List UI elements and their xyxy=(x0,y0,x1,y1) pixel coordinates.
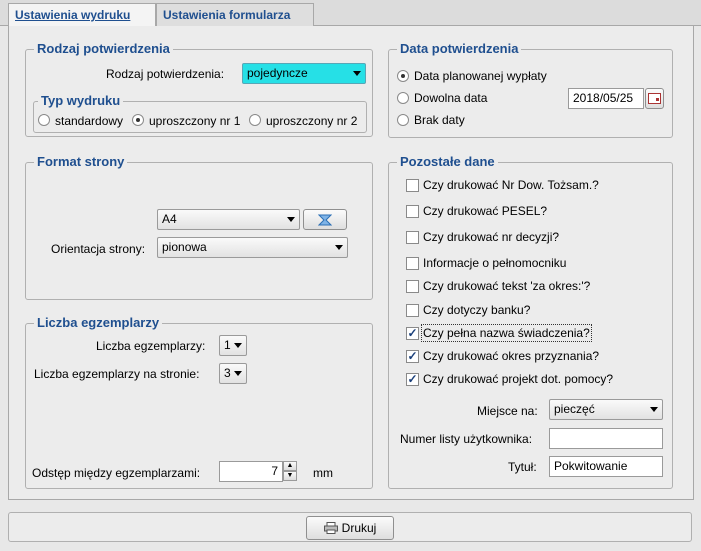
radio-uproszczony-1-label: uproszczony nr 1 xyxy=(149,114,241,128)
miejsce-value: pieczęć xyxy=(554,402,595,416)
liczba-egzemplarzy-value: 1 xyxy=(224,338,231,352)
liczba-na-stronie-select[interactable]: 3 xyxy=(219,363,247,384)
checkbox[interactable] xyxy=(406,205,419,218)
radio-data-planowanej[interactable] xyxy=(397,70,409,82)
checkbox[interactable] xyxy=(406,257,419,270)
radio-uproszczony-1[interactable] xyxy=(132,114,144,126)
chevron-down-icon xyxy=(650,407,658,412)
spin-down-icon[interactable]: ▼ xyxy=(283,471,297,481)
spin-up-icon[interactable]: ▲ xyxy=(283,461,297,471)
calendar-button[interactable] xyxy=(645,88,664,109)
format-strony-title: Format strony xyxy=(34,154,128,169)
numer-listy-input[interactable] xyxy=(549,428,663,449)
checkbox-label: Czy drukować okres przyznania? xyxy=(423,349,600,363)
numer-listy-label: Numer listy użytkownika: xyxy=(400,432,533,446)
checkbox[interactable] xyxy=(406,179,419,192)
tab-ustawienia-wydruku[interactable]: Ustawienia wydruku xyxy=(8,3,156,27)
tytul-label: Tytuł: xyxy=(508,460,537,474)
format-config-button[interactable] xyxy=(303,209,347,230)
rodzaj-potwierdzenia-value: pojedyncze xyxy=(247,66,308,80)
checkbox[interactable] xyxy=(406,231,419,244)
checkbox-label: Czy pełna nazwa świadczenia? xyxy=(421,324,592,342)
checkbox-label: Czy dotyczy banku? xyxy=(423,303,531,317)
chevron-down-icon xyxy=(353,71,361,76)
checkbox[interactable]: ✓ xyxy=(406,350,419,363)
odstep-spinner[interactable]: ▲ ▼ xyxy=(283,461,297,482)
hourglass-icon xyxy=(317,214,333,226)
radio-brak-daty-label: Brak daty xyxy=(414,113,465,127)
chevron-down-icon xyxy=(287,217,295,222)
typ-wydruku-title: Typ wydruku xyxy=(38,93,124,108)
orientacja-select[interactable]: pionowa xyxy=(157,237,348,258)
checkbox-label: Czy drukować nr decyzji? xyxy=(423,230,560,244)
checkbox[interactable] xyxy=(406,304,419,317)
checkbox-label: Informacje o pełnomocniku xyxy=(423,256,567,270)
odstep-input[interactable]: 7 xyxy=(219,461,283,482)
liczba-egzemplarzy-select[interactable]: 1 xyxy=(219,335,247,356)
radio-brak-daty[interactable] xyxy=(397,114,409,126)
liczba-egzemplarzy-label: Liczba egzemplarzy: xyxy=(96,339,206,353)
checkbox-label: Czy drukować projekt dot. pomocy? xyxy=(423,372,614,386)
liczba-na-stronie-value: 3 xyxy=(224,366,231,380)
liczba-egzemplarzy-title: Liczba egzemplarzy xyxy=(34,315,163,330)
drukuj-label: Drukuj xyxy=(341,521,377,535)
printer-icon xyxy=(323,522,338,534)
orientacja-value: pionowa xyxy=(162,240,207,254)
rodzaj-potwierdzenia-select[interactable]: pojedyncze xyxy=(242,63,366,84)
pozostale-dane-title: Pozostałe dane xyxy=(397,154,498,169)
odstep-unit: mm xyxy=(313,466,333,480)
chevron-down-icon xyxy=(234,343,242,348)
tytul-input[interactable]: Pokwitowanie xyxy=(549,456,663,477)
radio-uproszczony-2[interactable] xyxy=(249,114,261,126)
miejsce-select[interactable]: pieczęć xyxy=(549,399,663,420)
checkbox[interactable]: ✓ xyxy=(406,373,419,386)
radio-dowolna-data[interactable] xyxy=(397,92,409,104)
radio-uproszczony-2-label: uproszczony nr 2 xyxy=(266,114,358,128)
rodzaj-potwierdzenia-label: Rodzaj potwierdzenia: xyxy=(106,67,225,81)
chevron-down-icon xyxy=(234,371,242,376)
odstep-value: 7 xyxy=(271,464,278,478)
checkbox[interactable] xyxy=(406,280,419,293)
tab-ustawienia-formularza[interactable]: Ustawienia formularza xyxy=(156,3,314,26)
date-field[interactable]: 2018/05/25 xyxy=(568,88,644,109)
format-strony-group: Format strony xyxy=(25,154,373,300)
orientacja-label: Orientacja strony: xyxy=(51,242,146,256)
checkbox-label: Czy drukować PESEL? xyxy=(423,204,548,218)
date-value: 2018/05/25 xyxy=(573,91,634,105)
data-potwierdzenia-title: Data potwierdzenia xyxy=(397,41,522,56)
radio-standardowy-label: standardowy xyxy=(55,114,124,128)
tab-strip: Ustawienia wydruku Ustawienia formularza xyxy=(0,0,701,27)
checkbox-label: Czy drukować Nr Dow. Tożsam.? xyxy=(423,178,599,192)
radio-standardowy[interactable] xyxy=(38,114,50,126)
rodzaj-potwierdzenia-title: Rodzaj potwierdzenia xyxy=(34,41,173,56)
format-value: A4 xyxy=(162,212,177,226)
format-select[interactable]: A4 xyxy=(157,209,300,230)
radio-data-planowanej-label: Data planowanej wypłaty xyxy=(414,69,547,83)
calendar-icon xyxy=(648,93,661,104)
checkbox-label: Czy drukować tekst 'za okres:'? xyxy=(423,279,591,293)
chevron-down-icon xyxy=(335,245,343,250)
tytul-value: Pokwitowanie xyxy=(554,459,628,473)
miejsce-label: Miejsce na: xyxy=(477,404,538,418)
checkbox[interactable]: ✓ xyxy=(406,327,419,340)
radio-dowolna-data-label: Dowolna data xyxy=(414,91,488,105)
odstep-label: Odstęp między egzemplarzami: xyxy=(32,466,201,480)
drukuj-button[interactable]: Drukuj xyxy=(306,516,394,540)
liczba-na-stronie-label: Liczba egzemplarzy na stronie: xyxy=(34,367,200,381)
